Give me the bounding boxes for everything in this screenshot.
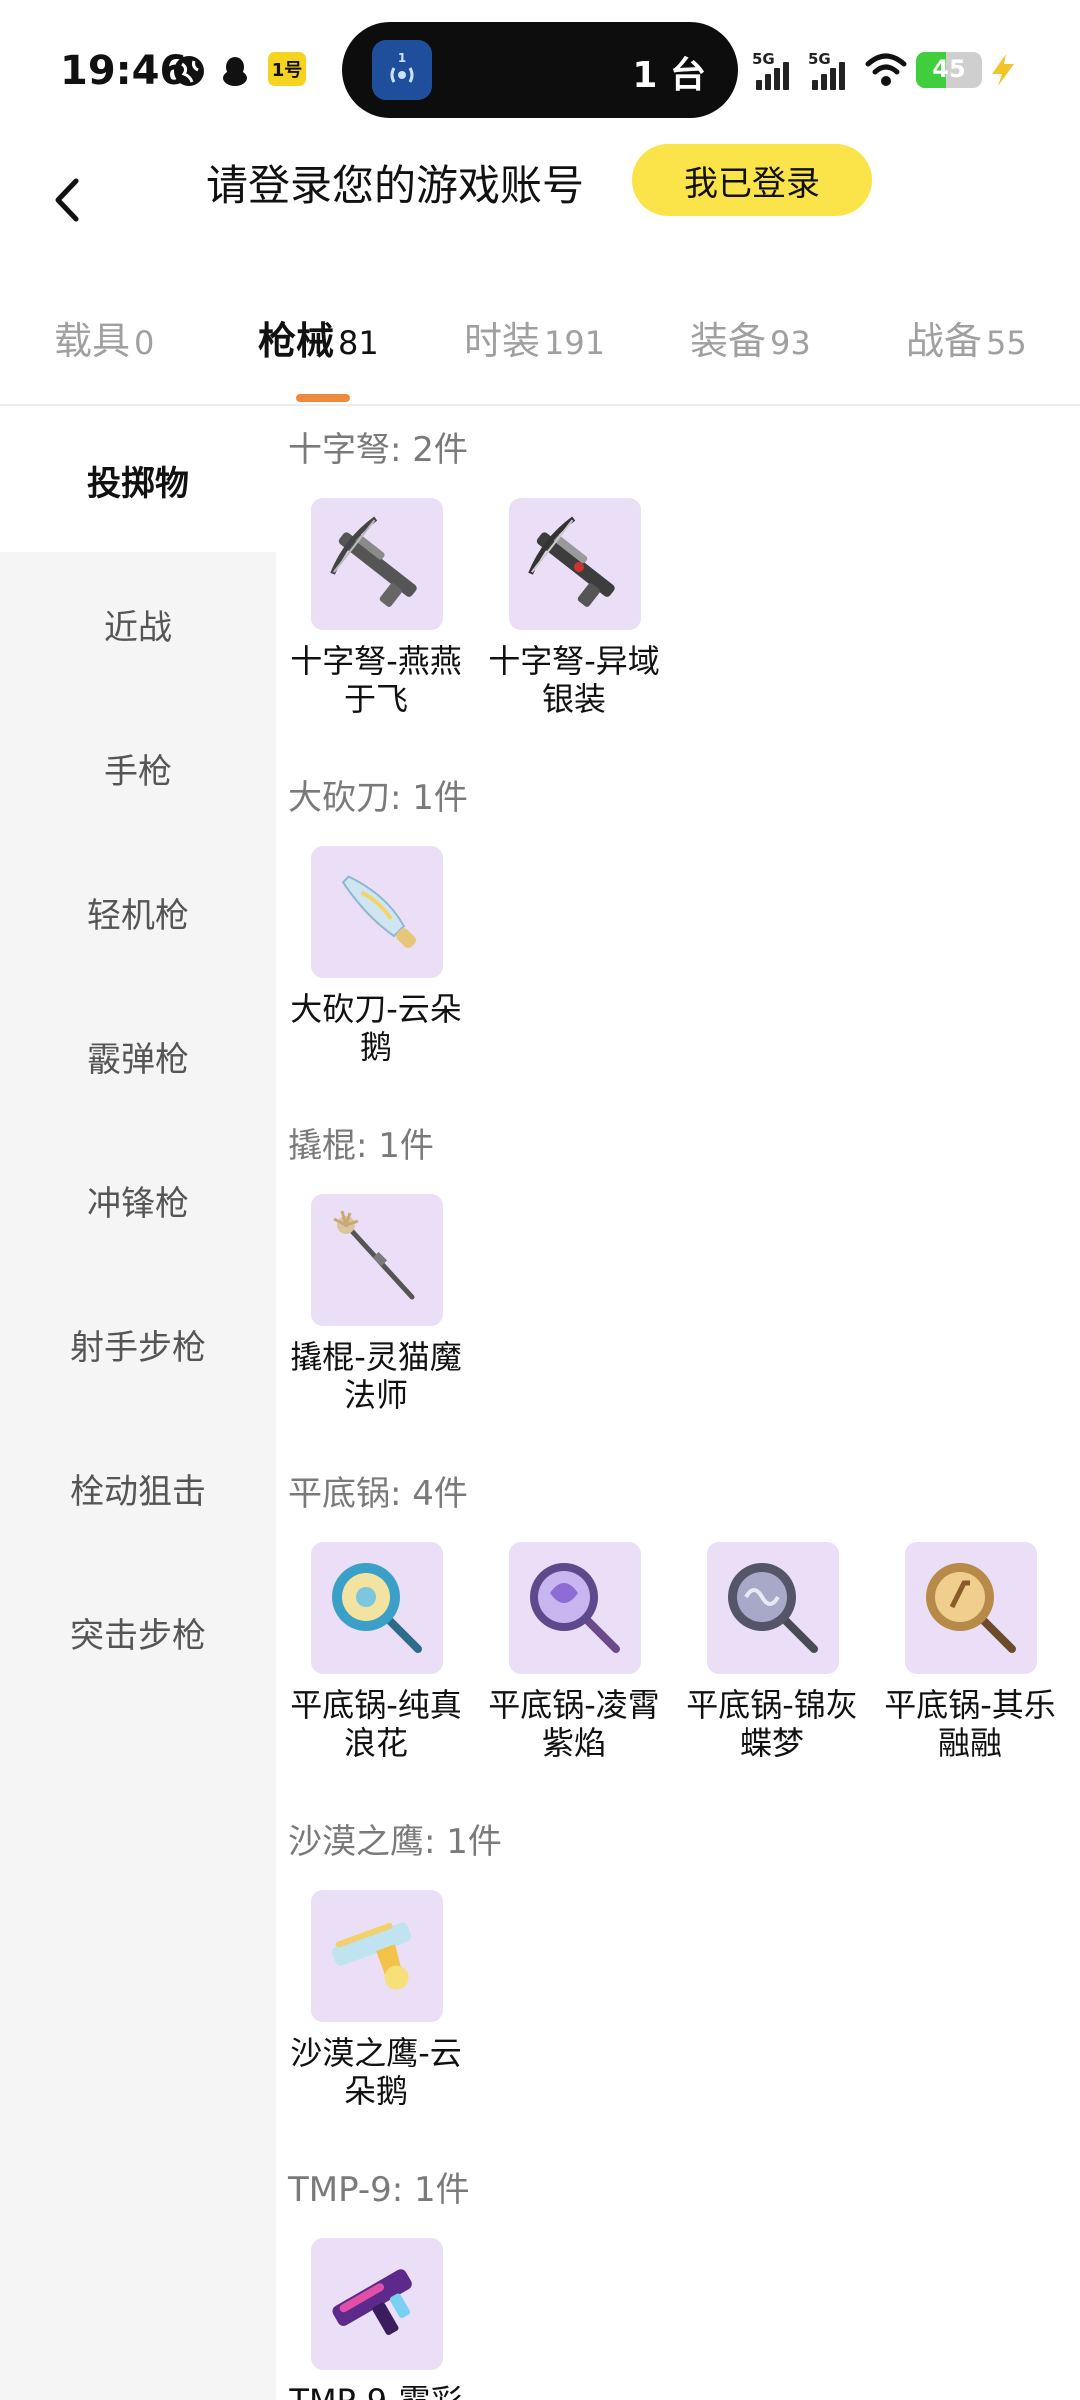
- sidebar-item-pistol[interactable]: 手枪: [0, 696, 276, 840]
- status-bar: 19:46 1号 1 1 台 5G 5G 45: [0, 0, 1080, 140]
- signal-5g-icon: 5G: [808, 50, 854, 90]
- logged-in-button[interactable]: 我已登录: [632, 144, 872, 216]
- section-title: 沙漠之鹰: 1件: [288, 1822, 502, 1862]
- app-badge: 1号: [268, 52, 306, 86]
- sidebar-item-smg[interactable]: 冲锋枪: [0, 1128, 276, 1272]
- category-tabs: 载具 0 枪械 81 时装 191 装备 93 战备 55: [0, 290, 1080, 406]
- item-name: 十字弩-异域 银装: [488, 642, 660, 718]
- item-name: 十字弩-燕燕 于飞: [290, 642, 462, 718]
- tab-label: 载具: [54, 319, 131, 363]
- pan-icon: [905, 1542, 1037, 1674]
- sidebar-item-lmg[interactable]: 轻机枪: [0, 840, 276, 984]
- tab-count: 191: [544, 324, 606, 362]
- tab-supplies[interactable]: 战备 55: [906, 310, 1027, 365]
- signal-label: 5G: [808, 50, 831, 68]
- charging-icon: [992, 54, 1014, 86]
- tab-firearms[interactable]: 枪械 81: [258, 310, 379, 365]
- sidebar-item-assault-rifle[interactable]: 突击步枪: [0, 1560, 276, 1704]
- globe-icon: [174, 56, 204, 86]
- section-title: 撬棍: 1件: [288, 1126, 434, 1166]
- section-title: 十字弩: 2件: [288, 430, 468, 470]
- pan-icon: [311, 1542, 443, 1674]
- tab-label: 装备: [690, 319, 767, 363]
- sidebar-item-shotgun[interactable]: 霰弹枪: [0, 984, 276, 1128]
- active-tab-indicator: [296, 394, 350, 402]
- signal-label: 5G: [752, 50, 775, 68]
- section-title: 平底锅: 4件: [288, 1474, 468, 1514]
- tab-count: 55: [986, 324, 1027, 362]
- login-prompt: 请登录您的游戏账号: [206, 161, 585, 210]
- tab-count: 93: [770, 324, 811, 362]
- pan-icon: [509, 1542, 641, 1674]
- svg-text:1: 1: [398, 51, 406, 65]
- crossbow-icon: [311, 498, 443, 630]
- sidebar-item-sniper[interactable]: 栓动狙击: [0, 1416, 276, 1560]
- item-name: 平底锅-凌霄 紫焰: [488, 1686, 660, 1762]
- island-status-text: 1 台: [632, 55, 706, 96]
- tab-outfits[interactable]: 时装 191: [464, 310, 605, 365]
- tab-equipment[interactable]: 装备 93: [690, 310, 811, 365]
- battery-icon: 45: [916, 52, 982, 88]
- tab-label: 时装: [464, 319, 541, 363]
- smg-icon: [311, 2238, 443, 2370]
- signal-5g-icon: 5G: [752, 50, 798, 90]
- wifi-icon: [865, 53, 907, 86]
- pan-icon: [707, 1542, 839, 1674]
- item-name: 沙漠之鹰-云 朵鹅: [290, 2034, 462, 2110]
- tab-vehicles[interactable]: 载具 0: [54, 310, 154, 365]
- tab-count: 81: [338, 324, 379, 362]
- crowbar-icon: [311, 1194, 443, 1326]
- item-list: 十字弩: 2件 十字弩-燕燕 于飞 十字弩-异域 银装 大砍刀: 1件 大砍刀-…: [276, 408, 1080, 2400]
- penguin-icon: [223, 57, 247, 86]
- pistol-icon: [311, 1890, 443, 2022]
- section-title: TMP-9: 1件: [288, 2170, 470, 2210]
- item-name: 大砍刀-云朵鹅: [290, 990, 462, 1066]
- item-name: 撬棍-灵猫魔 法师: [290, 1338, 462, 1414]
- clock: 19:46: [60, 48, 188, 94]
- chevron-left-icon: [55, 178, 79, 222]
- back-button[interactable]: [44, 170, 88, 230]
- tab-label: 枪械: [258, 319, 335, 363]
- tab-count: 0: [134, 324, 155, 362]
- dynamic-island[interactable]: 1 1 台: [342, 22, 738, 118]
- item-name: 平底锅-纯真 浪花: [290, 1686, 462, 1762]
- item-name: 平底锅-锦灰 蝶梦: [686, 1686, 858, 1762]
- item-name: TMP-9-霓彩: [276, 2382, 476, 2400]
- section-title: 大砍刀: 1件: [288, 778, 468, 818]
- item-name: 平底锅-其乐 融融: [884, 1686, 1056, 1762]
- sidebar-item-throwables[interactable]: 投掷物: [0, 408, 276, 552]
- sidebar-item-dmr[interactable]: 射手步枪: [0, 1272, 276, 1416]
- battery-percent: 45: [932, 55, 966, 83]
- machete-icon: [311, 846, 443, 978]
- crossbow-icon: [509, 498, 641, 630]
- tab-label: 战备: [906, 319, 983, 363]
- weapon-category-sidebar: 投掷物 近战 手枪 轻机枪 霰弹枪 冲锋枪 射手步枪 栓动狙击 突击步枪: [0, 408, 276, 2400]
- broadcast-app-icon: 1: [372, 40, 432, 100]
- sidebar-item-melee[interactable]: 近战: [0, 552, 276, 696]
